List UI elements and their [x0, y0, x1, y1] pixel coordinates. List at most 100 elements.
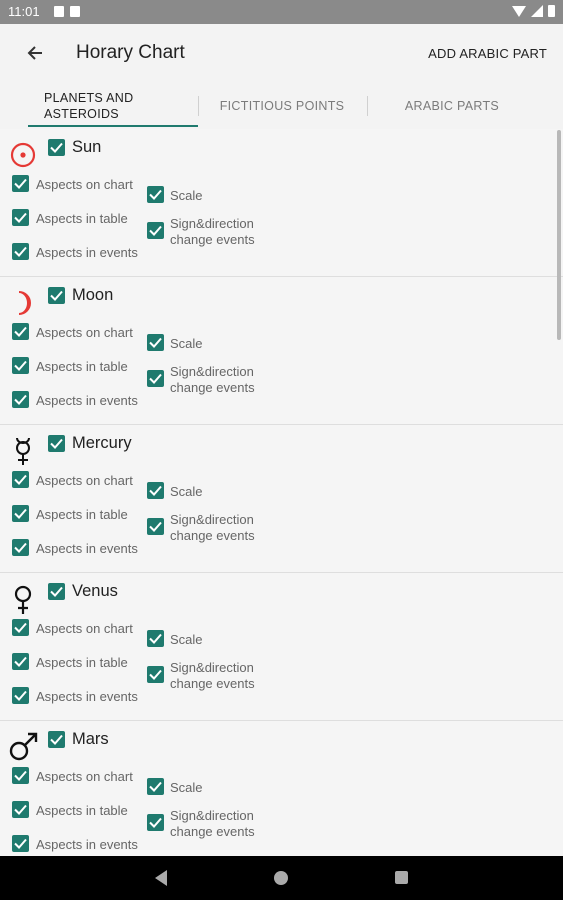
aspects-on-chart-checkbox[interactable]	[12, 175, 29, 192]
planet-card-moon: Moon Aspects on chart Aspects in table A…	[0, 277, 563, 425]
scale-label: Scale	[170, 632, 203, 647]
aspects-in-events-label: Aspects in events	[36, 541, 138, 556]
aspects-in-table-label: Aspects in table	[36, 507, 128, 522]
planet-card-mars: Mars Aspects on chart Aspects in table A…	[0, 721, 563, 856]
aspects-on-chart-checkbox[interactable]	[12, 471, 29, 488]
aspects-in-events-checkbox[interactable]	[12, 835, 29, 852]
tab-bar: PLANETS AND ASTEROIDS FICTITIOUS POINTS …	[0, 84, 563, 128]
aspects-in-table-checkbox[interactable]	[12, 801, 29, 818]
notification-icon	[54, 6, 64, 17]
aspects-on-chart-checkbox[interactable]	[12, 619, 29, 636]
wifi-icon	[512, 5, 526, 17]
nav-back-icon[interactable]	[155, 870, 167, 886]
page-title: Horary Chart	[76, 42, 185, 63]
tab-arabic-parts[interactable]: ARABIC PARTS	[368, 84, 536, 128]
sign-direction-checkbox[interactable]	[147, 666, 164, 683]
scale-checkbox[interactable]	[147, 482, 164, 499]
aspects-on-chart-checkbox[interactable]	[12, 767, 29, 784]
sign-direction-checkbox[interactable]	[147, 370, 164, 387]
battery-icon	[548, 5, 555, 17]
sign-direction-label: Sign&direction change events	[170, 808, 255, 839]
tab-indicator	[28, 125, 198, 127]
mars-icon	[8, 731, 40, 763]
planet-list: Sun Aspects on chart Aspects in table As…	[0, 129, 563, 856]
planet-name: Mercury	[72, 434, 132, 452]
aspects-in-table-checkbox[interactable]	[12, 209, 29, 226]
aspects-on-chart-label: Aspects on chart	[36, 177, 133, 192]
planet-name: Moon	[72, 286, 114, 304]
aspects-in-table-checkbox[interactable]	[12, 653, 29, 670]
nav-home-icon[interactable]	[274, 871, 288, 885]
sign-direction-line-1: Sign&direction	[170, 364, 254, 379]
planet-enabled-checkbox[interactable]	[48, 139, 65, 156]
venus-icon	[8, 583, 40, 615]
sign-direction-line-2: change events	[170, 823, 255, 839]
planet-card-sun: Sun Aspects on chart Aspects in table As…	[0, 129, 563, 277]
tab-fictitious-points[interactable]: FICTITIOUS POINTS	[198, 84, 366, 128]
sign-direction-line-1: Sign&direction	[170, 808, 254, 823]
aspects-in-table-label: Aspects in table	[36, 359, 128, 374]
sign-direction-checkbox[interactable]	[147, 222, 164, 239]
back-arrow-icon[interactable]	[22, 38, 52, 68]
aspects-in-table-checkbox[interactable]	[12, 505, 29, 522]
aspects-in-events-checkbox[interactable]	[12, 391, 29, 408]
sign-direction-label: Sign&direction change events	[170, 660, 255, 691]
sign-direction-checkbox[interactable]	[147, 814, 164, 831]
sign-direction-checkbox[interactable]	[147, 518, 164, 535]
sign-direction-label: Sign&direction change events	[170, 216, 255, 247]
scale-label: Scale	[170, 336, 203, 351]
app-bar: Horary Chart ADD ARABIC PART	[0, 24, 563, 84]
system-icons	[512, 5, 555, 17]
sd-card-icon	[70, 6, 80, 17]
aspects-in-events-label: Aspects in events	[36, 689, 138, 704]
aspects-in-events-checkbox[interactable]	[12, 539, 29, 556]
moon-icon	[8, 287, 40, 319]
sun-icon	[8, 139, 40, 171]
scale-label: Scale	[170, 484, 203, 499]
mercury-icon	[8, 435, 40, 467]
aspects-on-chart-label: Aspects on chart	[36, 621, 133, 636]
aspects-in-events-checkbox[interactable]	[12, 243, 29, 260]
tab-divider	[198, 96, 199, 116]
aspects-in-events-checkbox[interactable]	[12, 687, 29, 704]
sign-direction-line-2: change events	[170, 379, 255, 395]
sign-direction-label: Sign&direction change events	[170, 512, 255, 543]
add-arabic-part-button[interactable]: ADD ARABIC PART	[428, 46, 547, 61]
aspects-on-chart-checkbox[interactable]	[12, 323, 29, 340]
planet-card-venus: Venus Aspects on chart Aspects in table …	[0, 573, 563, 721]
signal-icon	[531, 5, 543, 17]
aspects-in-table-label: Aspects in table	[36, 211, 128, 226]
nav-recents-icon[interactable]	[395, 871, 408, 884]
scale-checkbox[interactable]	[147, 778, 164, 795]
scrollbar[interactable]	[557, 130, 561, 340]
aspects-in-events-label: Aspects in events	[36, 837, 138, 852]
planet-name: Mars	[72, 730, 109, 748]
sign-direction-line-2: change events	[170, 675, 255, 691]
aspects-in-table-label: Aspects in table	[36, 803, 128, 818]
aspects-on-chart-label: Aspects on chart	[36, 769, 133, 784]
sign-direction-label: Sign&direction change events	[170, 364, 255, 395]
status-bar: 11:01	[0, 0, 563, 24]
sign-direction-line-1: Sign&direction	[170, 512, 254, 527]
sign-direction-line-2: change events	[170, 231, 255, 247]
scale-checkbox[interactable]	[147, 186, 164, 203]
planet-card-mercury: Mercury Aspects on chart Aspects in tabl…	[0, 425, 563, 573]
scale-checkbox[interactable]	[147, 334, 164, 351]
sign-direction-line-2: change events	[170, 527, 255, 543]
planet-enabled-checkbox[interactable]	[48, 583, 65, 600]
sign-direction-line-1: Sign&direction	[170, 216, 254, 231]
planet-enabled-checkbox[interactable]	[48, 435, 65, 452]
scale-label: Scale	[170, 780, 203, 795]
notification-icons	[54, 6, 80, 17]
sign-direction-line-1: Sign&direction	[170, 660, 254, 675]
planet-enabled-checkbox[interactable]	[48, 287, 65, 304]
tab-planets-asteroids[interactable]: PLANETS AND ASTEROIDS	[28, 84, 198, 128]
aspects-on-chart-label: Aspects on chart	[36, 325, 133, 340]
planet-name: Sun	[72, 138, 102, 156]
aspects-in-events-label: Aspects in events	[36, 393, 138, 408]
scale-label: Scale	[170, 188, 203, 203]
scale-checkbox[interactable]	[147, 630, 164, 647]
aspects-in-table-checkbox[interactable]	[12, 357, 29, 374]
aspects-in-table-label: Aspects in table	[36, 655, 128, 670]
planet-enabled-checkbox[interactable]	[48, 731, 65, 748]
